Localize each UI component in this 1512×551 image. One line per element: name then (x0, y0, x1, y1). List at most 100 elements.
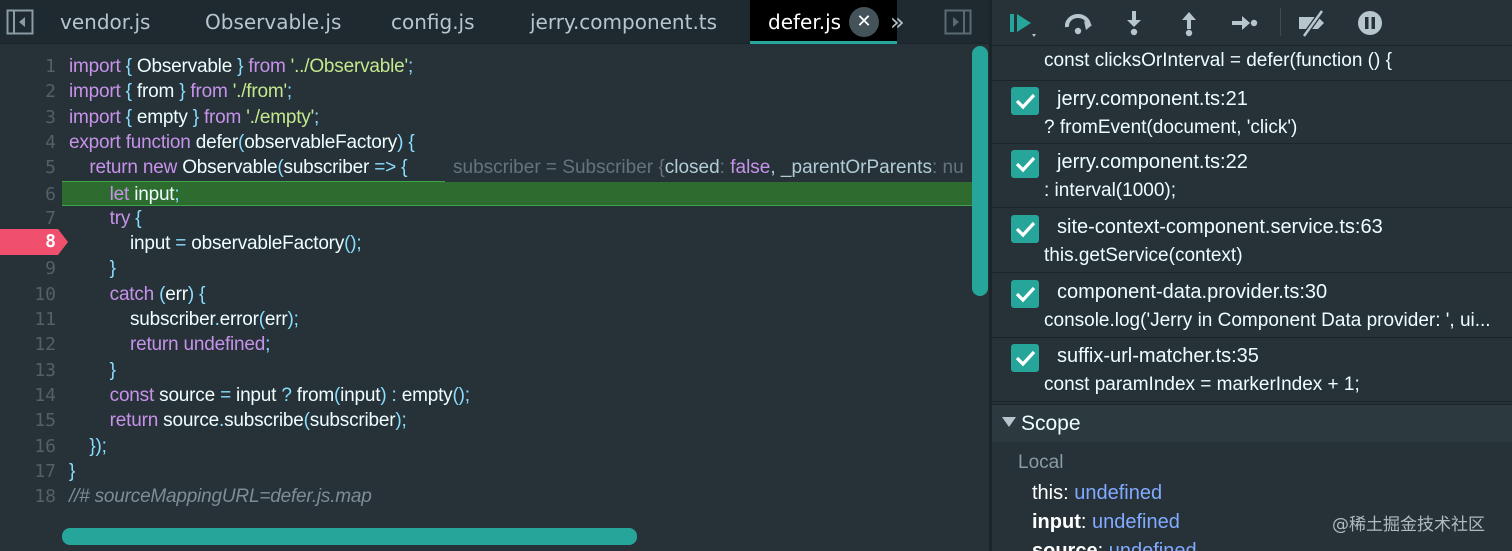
line-number[interactable]: 10 (0, 282, 56, 307)
line-number[interactable]: 3 (0, 105, 56, 130)
breakpoint-checkbox[interactable] (1011, 87, 1039, 115)
code-line: 7 try { (0, 206, 975, 231)
line-number[interactable]: 16 (0, 434, 56, 459)
expand-arrow-icon[interactable] (1002, 417, 1016, 427)
code-line: 9 } (0, 256, 975, 281)
step-out-icon[interactable] (1173, 8, 1205, 38)
line-source: } (109, 258, 116, 280)
line-number[interactable]: 1 (0, 54, 56, 79)
scope-variable[interactable]: source: undefined (1032, 540, 1197, 551)
code-line: 14 const source = input ? from(input) : … (0, 383, 975, 408)
breakpoint-item[interactable]: site-context-component.service.ts:63 thi… (992, 209, 1512, 273)
breakpoint-item[interactable]: component-data.provider.ts:30 console.lo… (992, 274, 1512, 338)
breakpoint-checkbox[interactable] (1011, 280, 1039, 308)
code-line: 17} (0, 459, 975, 484)
breakpoint-checkbox[interactable] (1011, 215, 1039, 243)
line-source: subscriber.error(err); (129, 309, 299, 330)
code-line: 8 input = observableFactory(); (0, 231, 975, 256)
watermark: @稀土掘金技术社区 (1332, 515, 1485, 535)
line-number[interactable]: 4 (0, 130, 56, 155)
line-number[interactable]: 6 (0, 182, 56, 207)
source-editor-pane: vendor.js Observable.js config.js jerry.… (0, 0, 989, 551)
line-source: //# sourceMappingURL=defer.js.map (69, 486, 372, 508)
tab-label: jerry.component.ts (530, 10, 718, 34)
line-number[interactable]: 17 (0, 459, 56, 484)
line-source: try { (109, 207, 142, 229)
line-number[interactable]: 11 (0, 307, 56, 332)
breakpoint-location: site-context-component.service.ts:63 (1057, 216, 1383, 238)
scope-variable[interactable]: input: undefined (1032, 511, 1180, 534)
tab-label: Observable.js (205, 10, 342, 34)
line-number[interactable]: 7 (0, 206, 56, 231)
scope-local-label[interactable]: Local (1018, 452, 1063, 474)
tab-label: vendor.js (60, 10, 151, 34)
close-tab-icon[interactable]: ✕ (849, 6, 880, 37)
toggle-navigator-icon[interactable] (6, 9, 34, 35)
debugger-toolbar (992, 0, 1512, 46)
code-line: 2 import { from } from './from'; (0, 79, 975, 104)
line-source: const source = input ? from(input) : emp… (109, 384, 470, 406)
code-area[interactable]: 1 import { Observable } from '../Observab… (0, 54, 975, 524)
code-line: 12 return undefined; (0, 332, 975, 357)
line-number[interactable]: 13 (0, 358, 56, 383)
breakpoint-checkbox[interactable] (1011, 344, 1039, 372)
line-source: return new Observable(subscriber => { (89, 157, 408, 179)
line-number[interactable]: 15 (0, 408, 56, 433)
line-source: } (69, 460, 76, 482)
line-number[interactable]: 2 (0, 79, 56, 104)
vertical-scrollbar[interactable] (972, 46, 988, 296)
tab-label: config.js (391, 10, 475, 34)
step-into-icon[interactable] (1118, 8, 1150, 38)
deactivate-breakpoints-icon[interactable] (1296, 8, 1328, 38)
breakpoint-item[interactable]: jerry.component.ts:21 ? fromEvent(docume… (992, 80, 1512, 144)
code-line: 4 export function defer(observableFactory… (0, 130, 975, 155)
breakpoint-location: suffix-url-matcher.ts:35 (1057, 345, 1259, 367)
line-number[interactable]: 12 (0, 332, 56, 357)
code-line: 16 }); (0, 434, 975, 459)
tab-config-js[interactable]: config.js (391, 0, 475, 44)
line-source: catch (err) { (109, 283, 206, 305)
tab-defer-js[interactable]: defer.js ✕ (750, 0, 898, 44)
breakpoint-item[interactable]: jerry.component.ts:22 : interval(1000); (992, 144, 1512, 208)
line-source: import { from } from './from'; (69, 81, 293, 103)
tab-vendor-js[interactable]: vendor.js (60, 0, 150, 44)
breakpoint-line-number[interactable]: 8 (0, 229, 56, 255)
line-source: import { empty } from './empty'; (69, 106, 320, 128)
line-number[interactable]: 9 (0, 256, 56, 281)
scope-section-header[interactable]: Scope (992, 404, 1512, 442)
editor-tab-bar: vendor.js Observable.js config.js jerry.… (0, 0, 989, 44)
toggle-debugger-icon[interactable] (944, 9, 972, 35)
line-number[interactable]: 18 (0, 484, 56, 509)
breakpoint-location: jerry.component.ts:22 (1057, 151, 1248, 173)
pause-on-exceptions-icon[interactable] (1354, 8, 1386, 38)
code-line: 13 } (0, 358, 975, 383)
line-source: return undefined; (129, 334, 271, 356)
horizontal-scrollbar[interactable] (62, 528, 637, 545)
resume-icon[interactable] (1006, 8, 1038, 38)
code-line: 1 import { Observable } from '../Observab… (0, 54, 975, 79)
step-over-icon[interactable] (1062, 8, 1094, 38)
breakpoint-code-snippet: const clicksOrInterval = defer(function … (1044, 50, 1392, 71)
more-tabs-icon[interactable]: » (890, 0, 905, 44)
tab-observable-js[interactable]: Observable.js (205, 0, 341, 44)
tab-jerry-component-ts[interactable]: jerry.component.ts (530, 0, 717, 44)
code-line: 10 catch (err) { (0, 282, 975, 307)
code-line: 3 import { empty } from './empty'; (0, 105, 975, 130)
breakpoint-code-snippet: ? fromEvent(document, 'click') (1044, 117, 1298, 138)
current-execution-line: 6 let input; (45, 180, 975, 206)
breakpoint-code-snippet: const paramIndex = markerIndex + 1; (1044, 374, 1360, 395)
line-number[interactable]: 5 (0, 155, 56, 180)
code-line: 18 //# sourceMappingURL=defer.js.map (0, 484, 975, 509)
toolbar-separator (1280, 8, 1281, 36)
step-icon[interactable] (1228, 8, 1260, 38)
line-number[interactable]: 14 (0, 383, 56, 408)
breakpoint-checkbox[interactable] (1011, 150, 1039, 178)
breakpoint-item[interactable]: suffix-url-matcher.ts:35 const paramInde… (992, 338, 1512, 402)
scope-variable[interactable]: this: undefined (1032, 482, 1162, 505)
line-source: import { Observable } from '../Observabl… (69, 56, 414, 77)
breakpoint-code-snippet: this.getService(context) (1044, 245, 1243, 266)
breakpoint-location: component-data.provider.ts:30 (1057, 281, 1328, 303)
inline-variable-preview: subscriber = Subscriber {closed: false, … (445, 154, 973, 182)
debugger-pane: const clicksOrInterval = defer(function … (992, 0, 1512, 551)
breakpoint-code-snippet: console.log('Jerry in Component Data pro… (1044, 310, 1491, 331)
